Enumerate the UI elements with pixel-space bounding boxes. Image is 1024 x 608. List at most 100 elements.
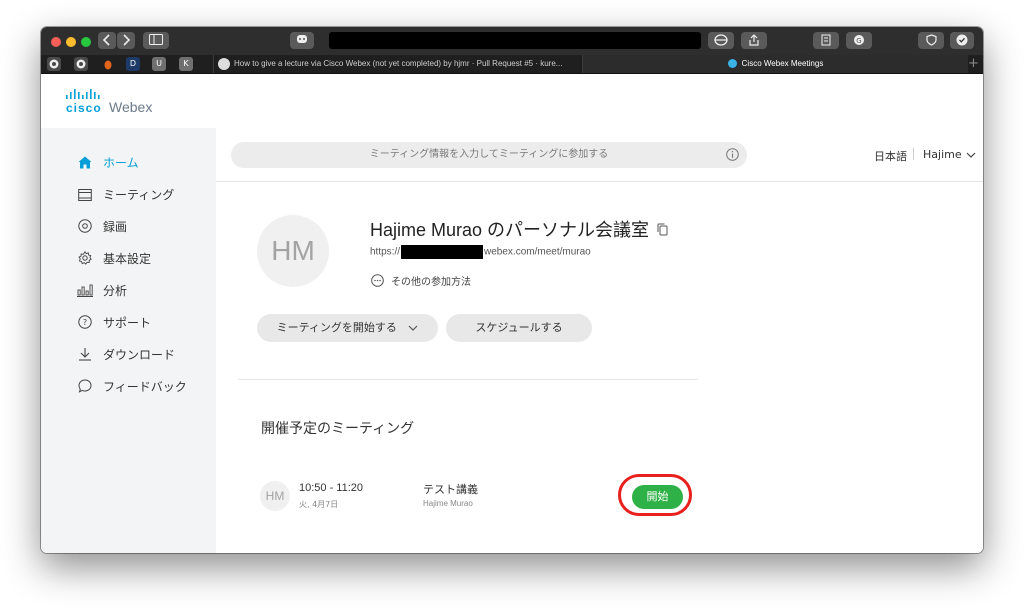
user-menu[interactable]: Hajime: [923, 148, 976, 161]
meeting-time: 10:50 - 11:20: [299, 482, 364, 494]
other-join-label: その他の参加方法: [391, 277, 471, 288]
tab-label: How to give a lecture via Cisco Webex (n…: [234, 59, 563, 68]
document-icon: [821, 34, 831, 46]
webex-header: cisco Webex: [41, 74, 983, 129]
url-prefix: https://: [370, 246, 401, 258]
start-button[interactable]: 開始: [632, 485, 683, 509]
tab-github-pr[interactable]: How to give a lecture via Cisco Webex (n…: [213, 55, 582, 73]
gear-icon: [77, 250, 93, 266]
sidebar-item-label: 基本設定: [103, 251, 152, 266]
minimize-window-button[interactable]: [66, 37, 76, 47]
section-divider: [238, 379, 698, 380]
pinned-tab-d[interactable]: D: [126, 57, 140, 71]
personal-room-title: Hajime Murao のパーソナル会議室: [370, 216, 668, 242]
sidebar-item-label: 録画: [103, 219, 128, 234]
pinned-tab-shield[interactable]: [101, 57, 115, 71]
chevron-down-icon[interactable]: [408, 325, 418, 331]
grammarly-icon: G: [854, 35, 864, 45]
sidebar-item-label: サポート: [103, 315, 152, 330]
avatar: HM: [257, 215, 329, 287]
zoom-window-button[interactable]: [81, 37, 91, 47]
download-icon: [77, 346, 93, 362]
webex-favicon-icon: [727, 59, 737, 69]
globe-icon: [714, 34, 728, 46]
sidebar-item-analytics[interactable]: 分析: [77, 278, 207, 302]
meeting-host: Hajime Murao: [423, 499, 473, 508]
help-icon: ?: [77, 314, 93, 330]
language-selector[interactable]: 日本語: [874, 148, 907, 164]
header-separator: [913, 148, 914, 160]
reader-button[interactable]: [813, 32, 839, 49]
pinned-tab-github-2[interactable]: [74, 57, 88, 71]
info-icon[interactable]: [726, 148, 739, 161]
sidebar-item-support[interactable]: ? サポート: [77, 310, 207, 334]
chevron-left-icon: [103, 34, 110, 46]
sidebar-item-preferences[interactable]: 基本設定: [77, 246, 207, 270]
page-title: Hajime Murao のパーソナル会議室: [370, 220, 650, 240]
sidebar: ホーム ミーティング 録画 基本設定 分析 ? サポート ダウンロード フィード: [41, 128, 216, 553]
sidebar-item-label: 分析: [103, 283, 128, 298]
schedule-button[interactable]: スケジュールする: [446, 314, 592, 342]
checkmark-button[interactable]: [950, 32, 974, 49]
share-button[interactable]: [741, 32, 767, 49]
chevron-right-icon: [123, 34, 130, 46]
tab-webex-meetings[interactable]: Cisco Webex Meetings: [582, 55, 968, 73]
browser-window: G D U K How to give a lecture via Cisco …: [41, 27, 983, 553]
forward-button[interactable]: [117, 32, 135, 49]
sidebar-item-label: ホーム: [103, 155, 139, 170]
svg-text:G: G: [856, 37, 861, 45]
more-icon: [371, 274, 384, 287]
other-join-methods-link[interactable]: その他の参加方法: [371, 273, 471, 288]
sidebar-icon: [149, 34, 163, 45]
meeting-date: 火, 4月7日: [299, 500, 339, 509]
sidebar-item-feedback[interactable]: フィードバック: [77, 374, 207, 398]
close-window-button[interactable]: [51, 37, 61, 47]
cisco-logo-icon: [66, 89, 100, 99]
user-name: Hajime: [923, 148, 962, 161]
sidebar-item-meetings[interactable]: ミーティング: [77, 182, 207, 206]
personal-room-url[interactable]: https:// webex.com/meet/murao: [370, 245, 591, 259]
main-content: ミーティング情報を入力してミーティングに参加する 日本語 Hajime HM H…: [216, 128, 983, 553]
checkmark-icon: [956, 34, 968, 46]
pinned-tab-u[interactable]: U: [152, 57, 166, 71]
calendar-icon: [77, 186, 93, 202]
pinned-tab-github[interactable]: [47, 57, 61, 71]
sidebar-item-label: ミーティング: [103, 187, 175, 202]
privacy-button[interactable]: [918, 32, 944, 49]
pinned-tab-k[interactable]: K: [179, 57, 193, 71]
start-meeting-button[interactable]: ミーティングを開始する: [257, 314, 438, 342]
chevron-down-icon: [966, 152, 976, 158]
search-placeholder: ミーティング情報を入力してミーティングに参加する: [369, 149, 609, 160]
url-suffix: webex.com/meet/murao: [484, 246, 591, 258]
grammarly-button[interactable]: G: [846, 32, 872, 49]
copy-icon[interactable]: [657, 223, 668, 236]
shield-icon: [925, 34, 937, 46]
header-divider: [216, 181, 983, 182]
meeting-title[interactable]: テスト講義: [423, 481, 478, 497]
sidebar-item-label: フィードバック: [103, 379, 187, 394]
redacted-block: [401, 245, 484, 259]
share-icon: [749, 34, 759, 46]
tab-bar: D U K How to give a lecture via Cisco We…: [41, 55, 983, 74]
sidebar-item-recordings[interactable]: 録画: [77, 214, 207, 238]
tab-label: Cisco Webex Meetings: [741, 59, 824, 68]
sidebar-item-downloads[interactable]: ダウンロード: [77, 342, 207, 366]
sidebar-toggle-button[interactable]: [143, 32, 169, 49]
address-bar[interactable]: [329, 32, 701, 49]
ghostery-button[interactable]: [290, 32, 314, 49]
back-button[interactable]: [98, 32, 116, 49]
analytics-icon: [77, 282, 93, 298]
host-avatar: HM: [260, 481, 290, 511]
github-icon: [49, 59, 59, 69]
new-tab-button[interactable]: +: [968, 56, 979, 72]
github-icon: [76, 59, 86, 69]
browser-toolbar: G: [41, 27, 983, 56]
extension-button[interactable]: [708, 32, 734, 49]
flame-icon: [104, 60, 112, 70]
feedback-icon: [77, 378, 93, 394]
join-meeting-search-input[interactable]: ミーティング情報を入力してミーティングに参加する: [231, 142, 747, 168]
webex-logo-text: Webex: [109, 99, 153, 115]
github-icon: [218, 57, 230, 70]
sidebar-item-label: ダウンロード: [103, 347, 176, 362]
sidebar-item-home[interactable]: ホーム: [77, 150, 207, 174]
